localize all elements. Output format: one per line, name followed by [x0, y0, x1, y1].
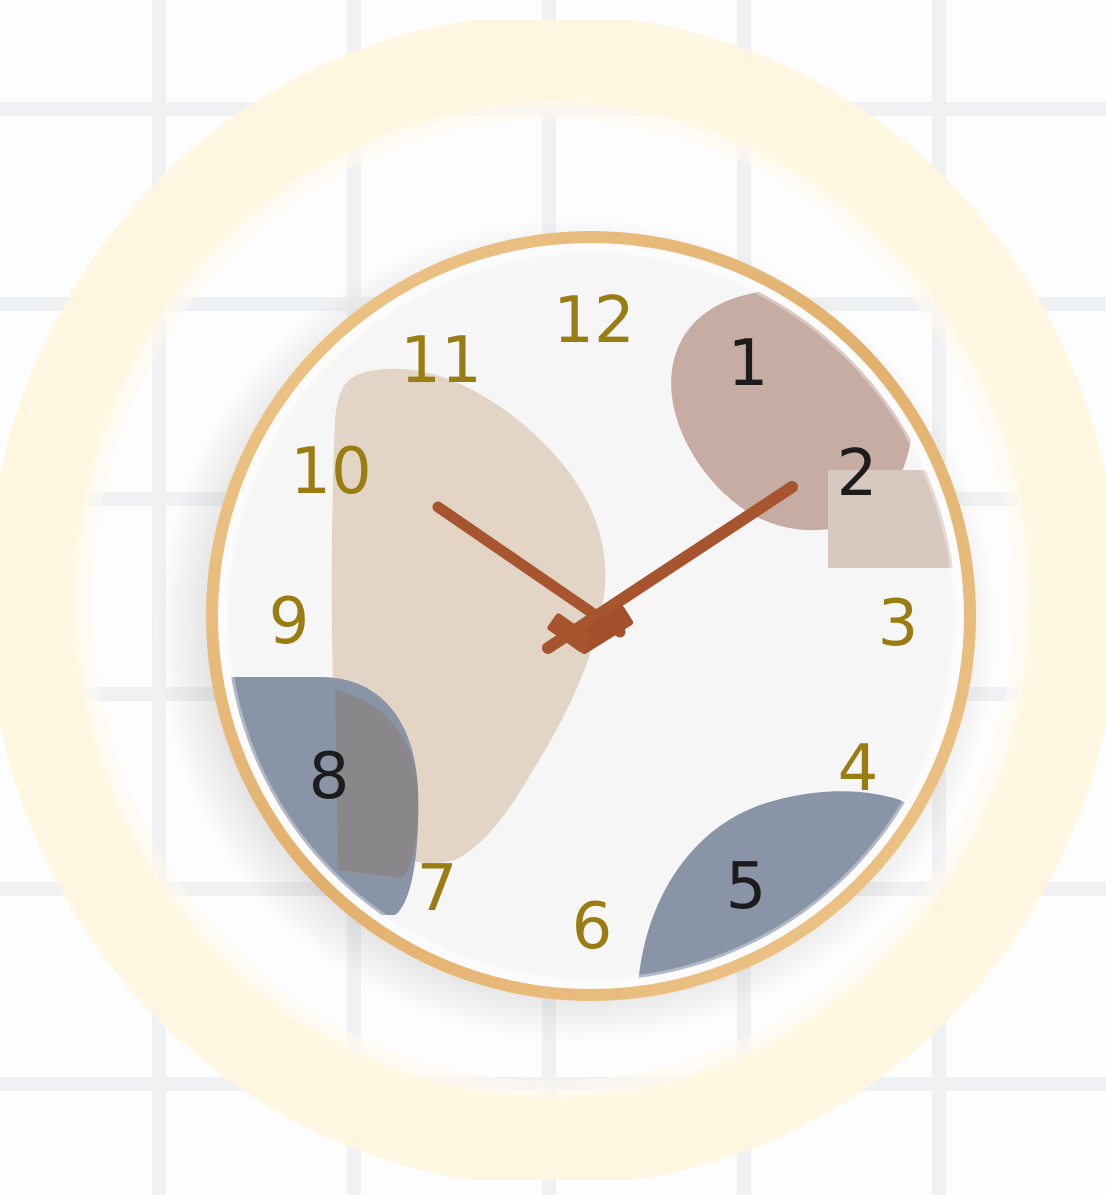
- numeral-5: 5: [726, 850, 767, 924]
- numeral-9: 9: [269, 585, 310, 659]
- numeral-1: 1: [728, 327, 769, 401]
- numeral-12: 12: [553, 284, 634, 358]
- clock-photo: 12 1 2 3 4 5 6 7 8 9 10 11: [0, 0, 1106, 1195]
- numeral-8: 8: [309, 740, 350, 814]
- numeral-2: 2: [837, 437, 878, 511]
- numeral-10: 10: [290, 435, 371, 509]
- numeral-7: 7: [417, 852, 458, 926]
- wall-clock: 12 1 2 3 4 5 6 7 8 9 10 11: [157, 218, 997, 1042]
- numeral-6: 6: [572, 890, 613, 964]
- numeral-4: 4: [838, 732, 879, 806]
- numeral-3: 3: [878, 587, 919, 661]
- numeral-11: 11: [400, 324, 481, 398]
